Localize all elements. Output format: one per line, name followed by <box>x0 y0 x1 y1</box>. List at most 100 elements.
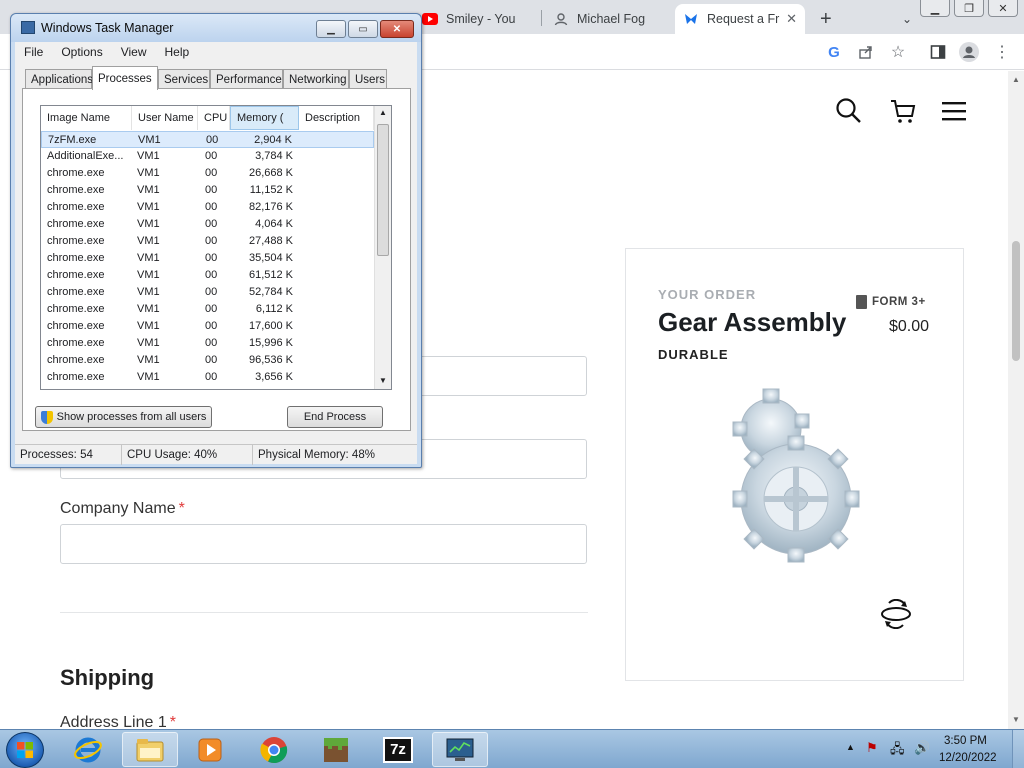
page-scrollbar[interactable]: ▲ ▼ <box>1008 71 1024 729</box>
clock-time[interactable]: 3:50 PM <box>944 735 987 747</box>
process-cpu: 00 <box>205 337 218 349</box>
end-process-button[interactable]: End Process <box>287 406 383 428</box>
ie-icon[interactable] <box>60 732 116 767</box>
scroll-down-icon[interactable]: ▼ <box>379 376 387 385</box>
process-row[interactable]: chrome.exe VM1 00 6,112 K <box>41 301 374 318</box>
uac-shield-icon <box>40 410 53 424</box>
process-row[interactable]: chrome.exe VM1 00 82,176 K <box>41 199 374 216</box>
process-user-name: VM1 <box>137 150 160 162</box>
media-player-icon[interactable] <box>182 732 238 767</box>
cart-icon[interactable] <box>889 97 917 130</box>
process-user-name: VM1 <box>137 286 160 298</box>
tray-expand-icon[interactable]: ▲ <box>846 742 855 752</box>
tm-maximize-icon[interactable]: ▭ <box>348 20 378 38</box>
column-image-name[interactable]: Image Name <box>41 106 132 130</box>
process-row[interactable]: chrome.exe VM1 00 35,504 K <box>41 250 374 267</box>
process-cpu: 00 <box>205 150 218 162</box>
chrome-menu-icon[interactable]: ⋮ <box>992 42 1012 62</box>
product-price: $0.00 <box>889 318 930 335</box>
close-icon[interactable]: ✕ <box>988 0 1018 17</box>
process-list-scrollbar[interactable]: ▲ ▼ <box>374 106 391 389</box>
tab-networking[interactable]: Networking <box>283 69 349 89</box>
process-row[interactable]: chrome.exe VM1 00 27,488 K <box>41 233 374 250</box>
process-row[interactable]: chrome.exe VM1 00 61,512 K <box>41 267 374 284</box>
windows-logo-icon <box>17 742 33 758</box>
column-description[interactable]: Description <box>299 106 374 130</box>
process-row[interactable]: chrome.exe VM1 00 11,152 K <box>41 182 374 199</box>
process-row[interactable]: chrome.exe VM1 00 4,064 K <box>41 216 374 233</box>
volume-icon[interactable]: 🔊 <box>914 740 930 756</box>
bookmark-star-icon[interactable]: ☆ <box>888 42 908 62</box>
process-image-name: chrome.exe <box>47 218 105 230</box>
show-all-processes-button[interactable]: Show processes from all users <box>35 406 212 428</box>
hamburger-menu-icon[interactable] <box>942 100 966 127</box>
column-cpu[interactable]: CPU <box>198 106 230 130</box>
process-row[interactable]: AdditionalExe... VM1 00 3,784 K <box>41 148 374 165</box>
minimize-icon[interactable]: ▁ <box>920 0 950 17</box>
show-desktop-button[interactable] <box>1012 730 1024 768</box>
process-cpu: 00 <box>205 218 218 230</box>
tab-request-a-free-sample[interactable]: Request a Fr ✕ <box>675 4 805 34</box>
tab-services[interactable]: Services <box>158 69 210 89</box>
process-user-name: VM1 <box>137 218 160 230</box>
tab-performance[interactable]: Performance <box>210 69 283 89</box>
tab-applications[interactable]: Applications <box>25 69 93 89</box>
tab-search-chevron-icon[interactable]: ⌄ <box>894 4 918 34</box>
network-icon[interactable]: 🖧 <box>890 740 905 762</box>
action-center-flag-icon[interactable]: ⚑ <box>866 740 878 756</box>
process-row[interactable]: 7zFM.exe VM1 00 2,904 K <box>41 131 374 148</box>
share-icon[interactable] <box>856 42 876 62</box>
process-row[interactable]: chrome.exe VM1 00 52,784 K <box>41 284 374 301</box>
scroll-up-icon[interactable]: ▲ <box>1012 75 1020 84</box>
process-row[interactable]: chrome.exe VM1 00 17,600 K <box>41 318 374 335</box>
minecraft-icon[interactable] <box>308 732 364 767</box>
tab-users[interactable]: Users <box>349 69 387 89</box>
process-cpu: 00 <box>205 320 218 332</box>
process-scroll-thumb[interactable] <box>377 124 389 256</box>
tm-close-icon[interactable]: ✕ <box>380 20 414 38</box>
column-memory[interactable]: Memory ( <box>230 106 299 130</box>
process-list[interactable]: Image Name User Name CPU Memory ( Descri… <box>40 105 392 390</box>
side-panel-icon[interactable] <box>928 42 948 62</box>
restore-icon[interactable]: ❐ <box>954 0 984 17</box>
tab-processes[interactable]: Processes <box>92 66 158 90</box>
formlabs-icon <box>683 11 699 27</box>
process-user-name: VM1 <box>137 201 160 213</box>
task-manager-titlebar[interactable]: Windows Task Manager ▁ ▭ ✕ <box>11 14 421 42</box>
menu-options[interactable]: Options <box>52 45 111 59</box>
printer-icon <box>856 295 867 309</box>
new-tab-button[interactable]: + <box>812 4 842 34</box>
start-button[interactable] <box>6 732 44 768</box>
menu-help[interactable]: Help <box>156 45 199 59</box>
close-tab-icon[interactable]: ✕ <box>786 11 797 27</box>
process-row[interactable]: chrome.exe VM1 00 15,996 K <box>41 335 374 352</box>
search-icon[interactable] <box>835 97 863 130</box>
menu-file[interactable]: File <box>15 45 52 59</box>
column-user-name[interactable]: User Name <box>132 106 198 130</box>
tm-minimize-icon[interactable]: ▁ <box>316 20 346 38</box>
process-image-name: chrome.exe <box>47 184 105 196</box>
google-icon[interactable]: G <box>824 42 844 62</box>
task-manager-icon[interactable] <box>432 732 488 767</box>
rotate-3d-icon[interactable] <box>879 598 913 634</box>
process-user-name: VM1 <box>137 184 160 196</box>
process-row[interactable]: chrome.exe VM1 00 3,656 K <box>41 369 374 386</box>
clock-date[interactable]: 12/20/2022 <box>939 752 997 764</box>
scroll-up-icon[interactable]: ▲ <box>379 108 387 117</box>
scroll-thumb[interactable] <box>1012 241 1020 361</box>
process-memory: 61,512 K <box>248 269 293 281</box>
process-image-name: chrome.exe <box>47 303 105 315</box>
tab-youtube[interactable]: Smiley - You <box>414 4 539 34</box>
process-row[interactable]: chrome.exe VM1 00 96,536 K <box>41 352 374 369</box>
7zip-icon[interactable]: 7z <box>370 732 426 767</box>
company-name-field[interactable] <box>60 524 587 564</box>
tab-michael[interactable]: Michael Fog <box>545 4 670 34</box>
menu-view[interactable]: View <box>112 45 156 59</box>
process-row[interactable]: chrome.exe VM1 00 26,668 K <box>41 165 374 182</box>
process-image-name: 7zFM.exe <box>48 134 97 146</box>
scroll-down-icon[interactable]: ▼ <box>1012 715 1020 724</box>
explorer-icon[interactable] <box>122 732 178 767</box>
process-image-name: chrome.exe <box>47 269 105 281</box>
chrome-icon[interactable] <box>246 732 302 767</box>
profile-avatar-icon[interactable] <box>959 42 979 62</box>
